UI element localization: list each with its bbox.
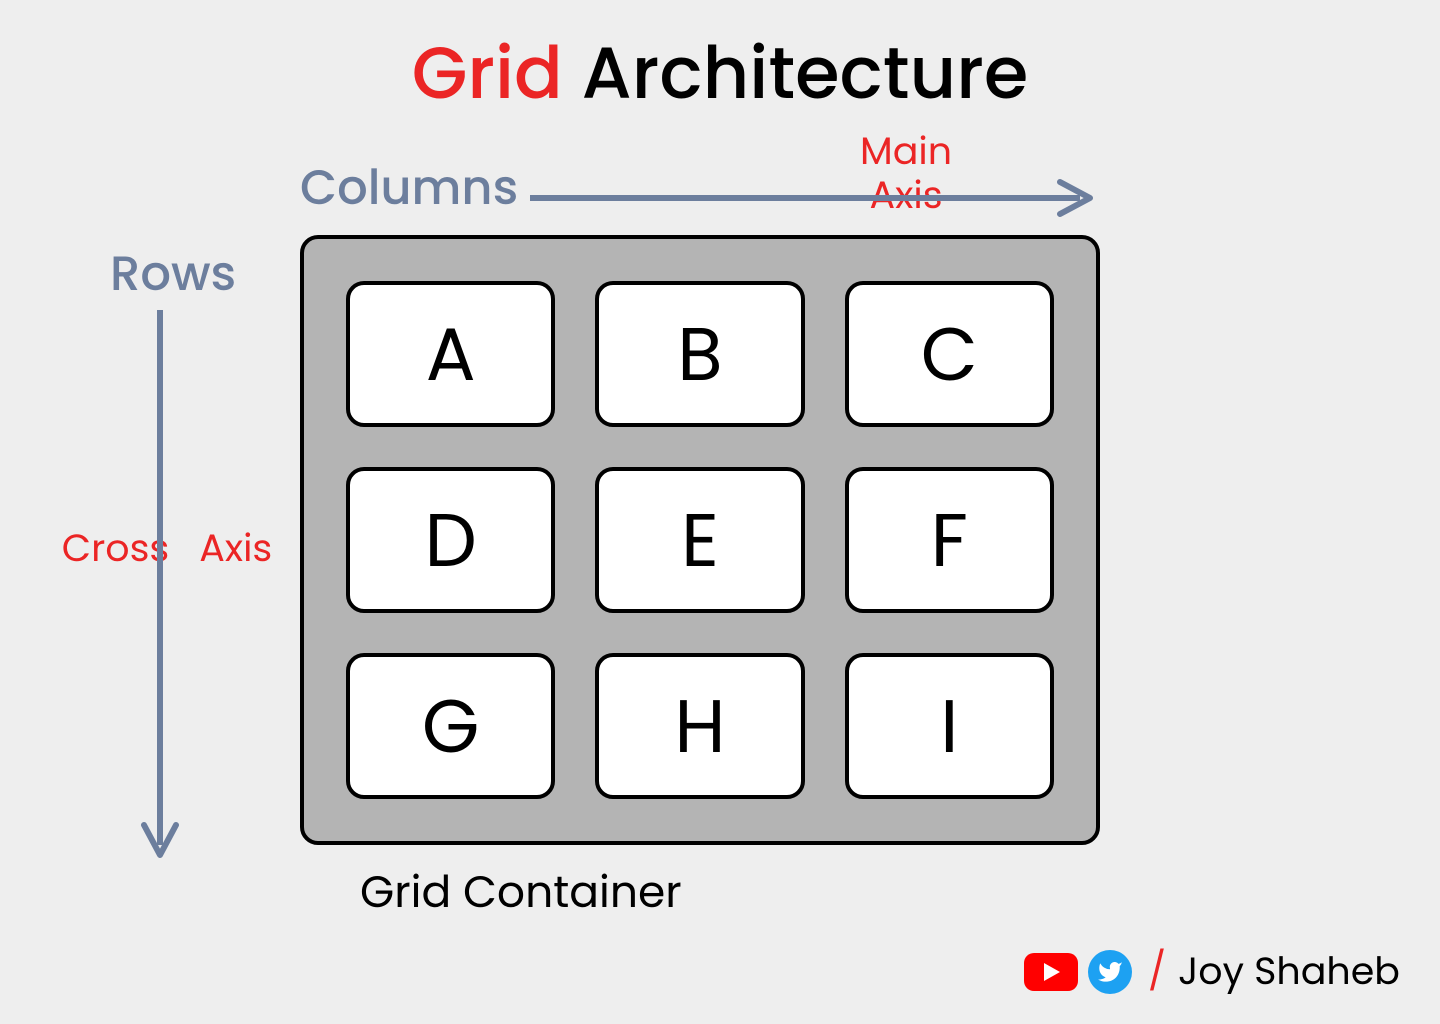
grid-cell-e: E <box>595 467 804 613</box>
grid-cell-i: I <box>845 653 1054 799</box>
credits-slash: / <box>1148 943 1166 1000</box>
title-rest: Architecture <box>563 23 1028 124</box>
columns-label: Columns <box>300 152 518 224</box>
twitter-icon <box>1088 950 1132 994</box>
grid-cell-f: F <box>845 467 1054 613</box>
page-title: Grid Architecture <box>0 20 1440 128</box>
axis-word: Axis <box>199 520 272 577</box>
grid-container: A B C D E F G H I <box>300 235 1100 845</box>
grid-cell-b: B <box>595 281 804 427</box>
cross-axis-arrow <box>140 310 180 865</box>
credits-name: Joy Shaheb <box>1178 943 1400 1000</box>
rows-label: Rows <box>110 238 236 310</box>
youtube-icon <box>1024 953 1078 991</box>
grid-cell-d: D <box>346 467 555 613</box>
title-highlight: Grid <box>412 23 563 124</box>
grid-container-label: Grid Container <box>360 860 682 925</box>
main-axis-line1: Main <box>860 130 952 174</box>
grid-cell-c: C <box>845 281 1054 427</box>
main-axis-arrow <box>530 178 1100 218</box>
grid-cell-g: G <box>346 653 555 799</box>
credits: / Joy Shaheb <box>1024 943 1400 1000</box>
grid-cell-a: A <box>346 281 555 427</box>
grid-cell-h: H <box>595 653 804 799</box>
